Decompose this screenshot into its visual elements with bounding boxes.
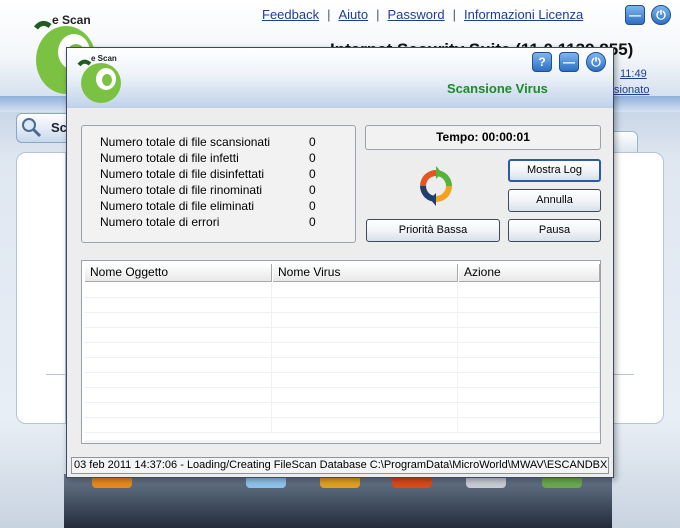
- status-bar: 03 feb 2011 14:37:06 - Loading/Creating …: [71, 457, 609, 474]
- link-separator: |: [452, 6, 456, 22]
- search-tab-label: Sc: [51, 120, 67, 135]
- cancel-button[interactable]: Annulla: [508, 189, 601, 212]
- column-object-name[interactable]: Nome Oggetto: [84, 264, 272, 282]
- stat-label: Numero totale di file infetti: [100, 151, 239, 165]
- search-icon: [22, 118, 42, 138]
- virus-scan-dialog: e Scan ? — ⏻ Scansione Virus Numero tota…: [66, 47, 614, 478]
- list-item: [84, 298, 600, 313]
- stat-value: 0: [309, 183, 316, 197]
- stat-row: Numero totale di file rinominati 0: [100, 183, 350, 199]
- stat-value: 0: [309, 135, 316, 149]
- stat-value: 0: [309, 199, 316, 213]
- stat-label: Numero totale di file scansionati: [100, 135, 271, 149]
- app-power-icon[interactable]: ⏻: [651, 5, 671, 25]
- power-icon[interactable]: ⏻: [586, 52, 606, 72]
- panel-divider: [46, 374, 66, 375]
- stat-label: Numero totale di file rinominati: [100, 183, 263, 197]
- main-panel-left: [16, 152, 66, 424]
- stat-row: Numero totale di file scansionati 0: [100, 135, 350, 151]
- stat-row: Numero totale di file eliminati 0: [100, 199, 350, 215]
- app-clock[interactable]: 11:49: [620, 68, 647, 80]
- dialog-logo-text: e Scan: [91, 54, 117, 63]
- scan-results-list[interactable]: Nome Oggetto Nome Virus Azione: [81, 260, 601, 444]
- list-scrollbar[interactable]: [84, 440, 600, 443]
- list-item: [84, 388, 600, 403]
- panel-divider: [612, 374, 634, 375]
- column-action[interactable]: Azione: [458, 264, 600, 282]
- list-body: [84, 283, 600, 441]
- help-icon[interactable]: ?: [532, 52, 552, 72]
- list-item: [84, 343, 600, 358]
- minimize-icon[interactable]: —: [559, 52, 579, 72]
- show-log-button[interactable]: Mostra Log: [508, 159, 601, 182]
- help-link[interactable]: Aiuto: [338, 7, 368, 22]
- dialog-title: Scansione Virus: [447, 81, 548, 96]
- feedback-link[interactable]: Feedback: [262, 7, 319, 22]
- license-info-link[interactable]: Informazioni Licenza: [464, 7, 583, 22]
- app-status-link[interactable]: sionato: [614, 84, 649, 96]
- main-panel-right: [612, 152, 664, 424]
- column-virus-name[interactable]: Nome Virus: [272, 264, 458, 282]
- low-priority-button[interactable]: Priorità Bassa: [366, 219, 500, 242]
- pause-button[interactable]: Pausa: [508, 219, 601, 242]
- stat-row: Numero totale di file disinfettati 0: [100, 167, 350, 183]
- stat-label: Numero totale di file disinfettati: [100, 167, 265, 181]
- stat-value: 0: [309, 167, 316, 181]
- stat-row: Numero totale di file infetti 0: [100, 151, 350, 167]
- stat-label: Numero totale di errori: [100, 215, 220, 229]
- list-item: [84, 403, 600, 418]
- link-separator: |: [327, 6, 331, 22]
- stat-row: Numero totale di errori 0: [100, 215, 350, 231]
- stat-label: Numero totale di file eliminati: [100, 199, 255, 213]
- list-item: [84, 358, 600, 373]
- list-header: Nome Oggetto Nome Virus Azione: [84, 264, 600, 282]
- list-item: [84, 418, 600, 433]
- refresh-spinner-icon: [420, 166, 452, 206]
- password-link[interactable]: Password: [388, 7, 445, 22]
- dialog-escan-logo: e Scan: [77, 54, 121, 103]
- link-separator: |: [376, 6, 380, 22]
- list-item: [84, 313, 600, 328]
- stat-value: 0: [309, 215, 316, 229]
- list-item: [84, 373, 600, 388]
- scan-statistics-panel: Numero totale di file scansionati 0 Nume…: [81, 125, 356, 243]
- list-item: [84, 328, 600, 343]
- list-item: [84, 283, 600, 298]
- stat-value: 0: [309, 151, 316, 165]
- app-minimize-icon[interactable]: —: [625, 5, 645, 25]
- elapsed-time: Tempo: 00:00:01: [365, 125, 601, 150]
- top-links: Feedback | Aiuto | Password | Informazio…: [262, 5, 583, 23]
- logo-text: e Scan: [52, 13, 91, 27]
